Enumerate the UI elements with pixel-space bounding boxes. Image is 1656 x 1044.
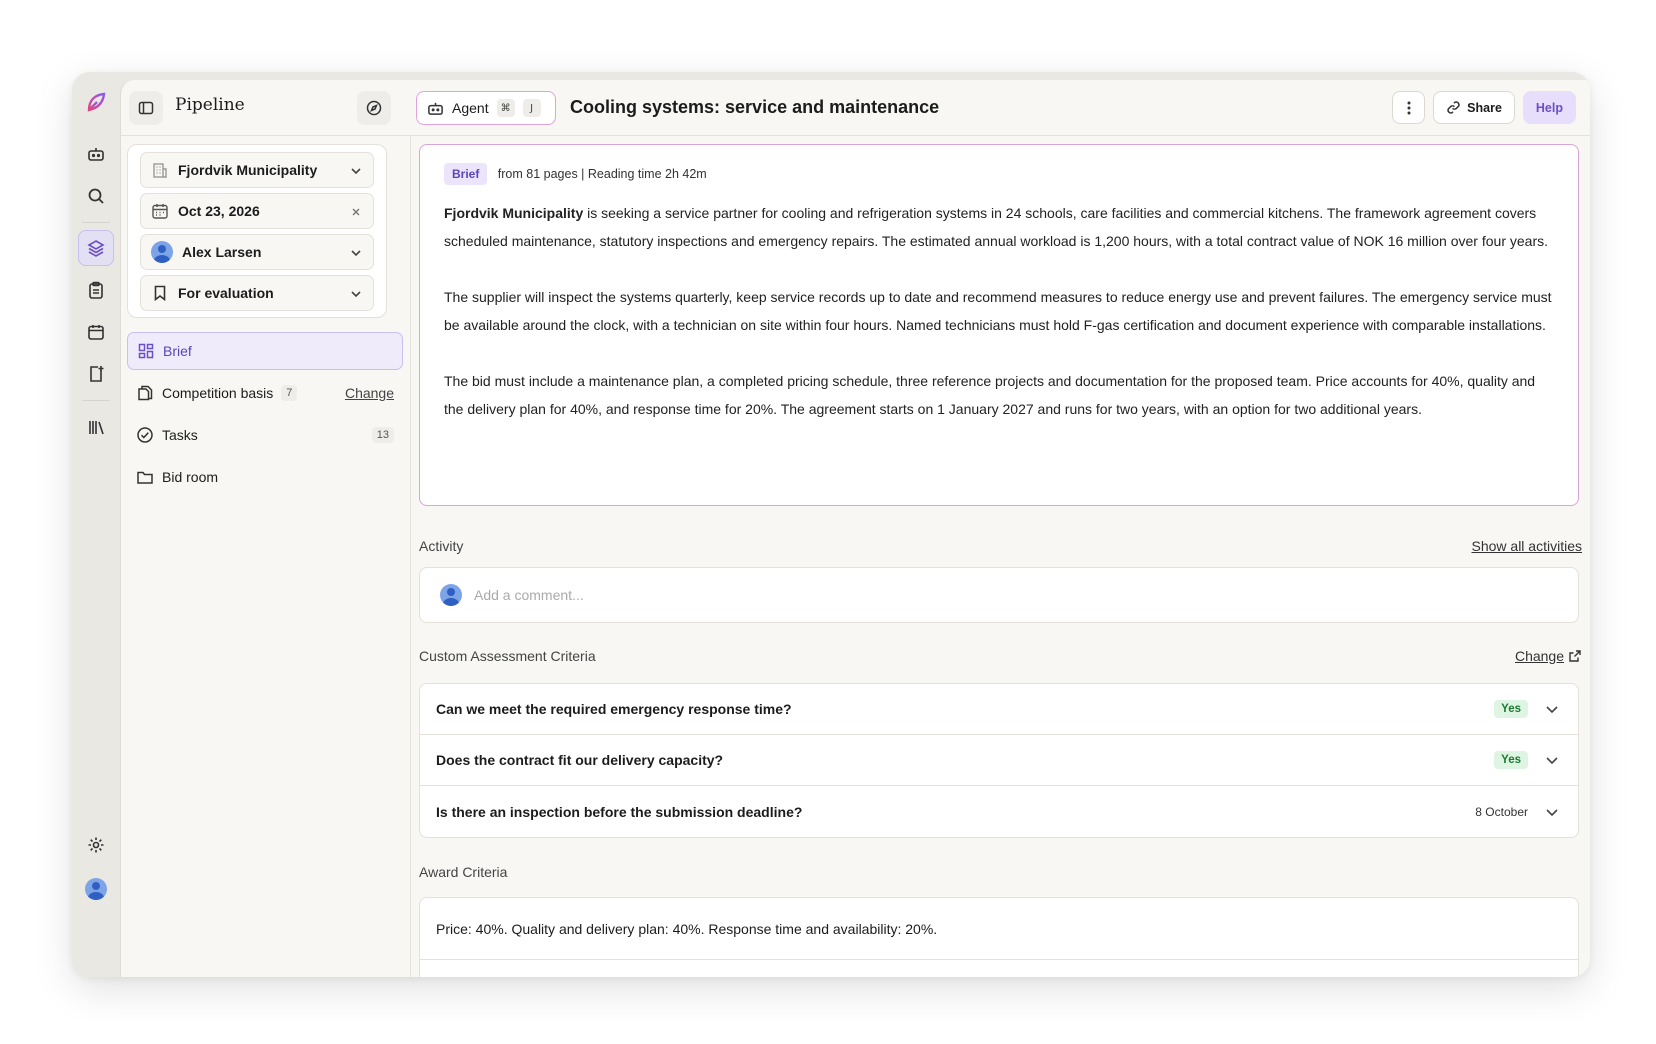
status-value: For evaluation	[178, 285, 274, 301]
chevron-down-icon[interactable]	[1544, 752, 1560, 768]
content-area: Brief from 81 pages | Reading time 2h 42…	[411, 136, 1590, 977]
assignee-value: Alex Larsen	[182, 244, 262, 260]
assignee-select[interactable]: Alex Larsen	[140, 234, 374, 270]
agent-button[interactable]: Agent ⌘ J	[416, 91, 556, 125]
help-button[interactable]: Help	[1522, 91, 1576, 124]
top-bar: Pipeline Agent ⌘ J Cooling systems: serv…	[121, 80, 1590, 136]
nav-label-tasks: Tasks	[162, 427, 198, 443]
main-panel: Pipeline Agent ⌘ J Cooling systems: serv…	[120, 80, 1590, 977]
share-label: Share	[1467, 100, 1502, 115]
criteria-row[interactable]: Does the contract fit our delivery capac…	[420, 735, 1578, 786]
compass-icon[interactable]	[357, 91, 391, 125]
status-select[interactable]: For evaluation	[140, 275, 374, 311]
pipeline-layers-icon[interactable]	[78, 230, 114, 266]
brief-org-name: Fjordvik Municipality	[444, 205, 584, 221]
change-criteria-label: Change	[1514, 648, 1564, 664]
brief-paragraph-1-text: is seeking a service partner for cooling…	[444, 205, 1548, 249]
award-criteria-heading: Award Criteria	[419, 864, 508, 880]
sidebar: Fjordvik Municipality Oct 23, 2026 Alex …	[121, 136, 411, 977]
assignee-avatar	[151, 241, 173, 263]
custom-criteria-heading: Custom Assessment Criteria	[419, 648, 596, 664]
answer-badge: Yes	[1494, 751, 1528, 769]
criteria-question: Is there an inspection before the submis…	[436, 803, 803, 820]
kebab-menu-icon	[1407, 101, 1411, 114]
app-title: Pipeline	[175, 95, 245, 115]
criteria-row[interactable]: Can we meet the required emergency respo…	[420, 684, 1578, 735]
nav-label-brief: Brief	[163, 343, 192, 359]
comment-box	[419, 567, 1579, 623]
page-title: Cooling systems: service and maintenance	[570, 97, 940, 117]
sidebar-toggle-icon[interactable]	[129, 91, 163, 125]
documents-icon	[138, 385, 153, 401]
share-button[interactable]: Share	[1433, 91, 1515, 124]
date-field[interactable]: Oct 23, 2026	[140, 193, 374, 229]
top-actions: Share Help	[1392, 91, 1576, 124]
settings-gear-icon[interactable]	[78, 827, 114, 863]
nav-item-competition-basis[interactable]: Competition basis 7 Change	[127, 374, 403, 412]
link-icon	[1447, 101, 1460, 114]
commenter-avatar	[440, 584, 462, 606]
calendar-icon	[152, 204, 168, 219]
brief-card: Brief from 81 pages | Reading time 2h 42…	[419, 144, 1579, 506]
nav-item-brief[interactable]: Brief	[127, 332, 403, 370]
organization-value: Fjordvik Municipality	[178, 162, 318, 178]
building-icon	[153, 163, 167, 178]
nav-label-competition-basis: Competition basis	[162, 385, 274, 401]
award-criteria-card: Price: 40%. Quality and delivery plan: 4…	[419, 897, 1579, 977]
check-circle-icon	[137, 427, 153, 443]
icon-rail	[72, 72, 120, 977]
agent-robot-icon[interactable]	[78, 136, 114, 172]
custom-criteria-list: Can we meet the required emergency respo…	[419, 683, 1579, 838]
tasks-count: 13	[371, 427, 394, 443]
external-link-icon	[1569, 650, 1581, 662]
library-icon[interactable]	[78, 409, 114, 445]
clipboard-icon[interactable]	[78, 272, 114, 308]
competition-basis-count: 7	[281, 385, 298, 401]
nav-label-bid-room: Bid room	[162, 469, 219, 485]
shortcut-mod-key: ⌘	[496, 99, 515, 117]
show-all-activities-link[interactable]: Show all activities	[1472, 538, 1583, 554]
more-options-button[interactable]	[1392, 91, 1426, 124]
change-competition-basis-link[interactable]: Change	[345, 385, 394, 401]
date-value: Oct 23, 2026	[178, 203, 260, 219]
comment-input[interactable]	[474, 587, 1374, 603]
calendar-icon[interactable]	[78, 314, 114, 350]
grid-icon	[138, 343, 154, 359]
activity-heading: Activity	[419, 538, 464, 554]
chevron-down-icon	[351, 291, 361, 298]
chevron-down-icon	[351, 168, 361, 175]
search-icon[interactable]	[78, 178, 114, 214]
app-window: Pipeline Agent ⌘ J Cooling systems: serv…	[72, 72, 1590, 977]
filters-panel: Fjordvik Municipality Oct 23, 2026 Alex …	[127, 144, 387, 318]
section-nav: Brief Competition basis 7 Change Tasks 1…	[127, 332, 403, 500]
award-criteria-text: Price: 40%. Quality and delivery plan: 4…	[420, 898, 1578, 960]
chevron-down-icon[interactable]	[1544, 804, 1560, 820]
chevron-down-icon[interactable]	[1544, 701, 1560, 717]
brief-paragraph-1: Fjordvik Municipality is seeking a servi…	[444, 199, 1554, 255]
answer-badge: Yes	[1494, 700, 1528, 718]
brief-paragraph-3: The bid must include a maintenance plan,…	[444, 373, 1536, 417]
nav-item-tasks[interactable]: Tasks 13	[127, 416, 403, 454]
change-criteria-link[interactable]: Change	[1515, 648, 1582, 664]
criteria-question: Does the contract fit our delivery capac…	[436, 752, 724, 768]
brief-tag: Brief	[444, 163, 488, 185]
user-avatar[interactable]	[78, 871, 114, 907]
folder-icon	[137, 471, 153, 484]
nav-item-bid-room[interactable]: Bid room	[127, 458, 403, 496]
brief-paragraph-2: The supplier will inspect the systems qu…	[444, 289, 1552, 333]
criteria-question: Can we meet the required emergency respo…	[436, 701, 792, 717]
answer-date: 8 October	[1475, 804, 1528, 819]
avatar	[85, 878, 107, 900]
agent-label: Agent	[452, 100, 489, 116]
shortcut-key: J	[522, 99, 541, 117]
brief-meta: from 81 pages | Reading time 2h 42m	[497, 167, 707, 181]
logo-icon[interactable]	[78, 84, 114, 120]
document-add-icon[interactable]	[78, 356, 114, 392]
clear-date-icon[interactable]	[349, 205, 363, 219]
chevron-down-icon	[351, 250, 361, 257]
robot-icon	[428, 102, 443, 115]
criteria-row[interactable]: Is there an inspection before the submis…	[420, 786, 1578, 837]
bookmark-icon	[154, 285, 166, 302]
organization-select[interactable]: Fjordvik Municipality	[140, 152, 374, 188]
